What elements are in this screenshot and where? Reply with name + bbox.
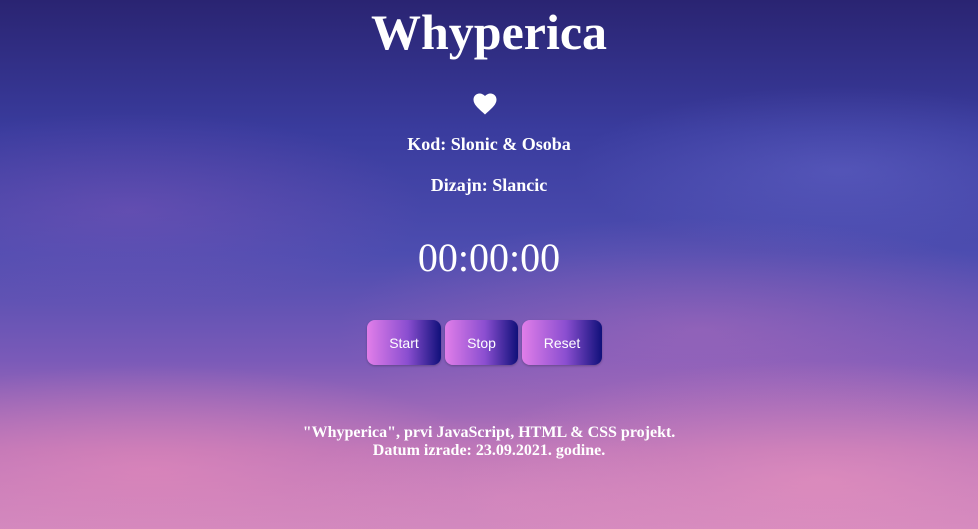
footer-date: Datum izrade: 23.09.2021. godine. — [372, 442, 606, 459]
design-credit: Dizajn: Slancic — [430, 175, 548, 195]
start-button[interactable]: Start — [367, 320, 441, 365]
footer: "Whyperica", prvi JavaScript, HTML & CSS… — [0, 424, 978, 460]
stopwatch-controls: Start Stop Reset — [367, 320, 602, 365]
footer-description: "Whyperica", prvi JavaScript, HTML & CSS… — [302, 424, 676, 441]
heart-icon — [473, 93, 497, 115]
stop-button[interactable]: Stop — [445, 320, 518, 365]
page-title: Whyperica — [370, 4, 608, 60]
reset-button[interactable]: Reset — [522, 320, 602, 365]
page: Whyperica Kod: Slonic & Osoba Dizajn: Sl… — [0, 0, 978, 529]
stopwatch-display: 00:00:00 — [417, 235, 561, 280]
code-credit: Kod: Slonic & Osoba — [407, 134, 571, 154]
